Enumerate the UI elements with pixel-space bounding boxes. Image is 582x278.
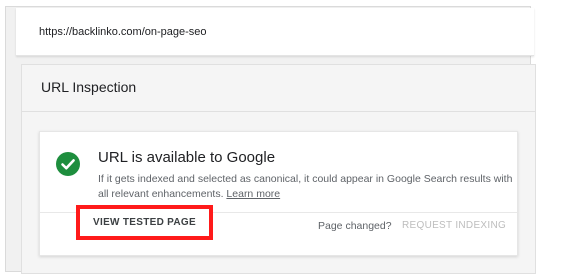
inspected-url-bar[interactable]: https://backlinko.com/on-page-seo — [16, 8, 534, 56]
url-inspection-panel: URL Inspection URL is available to Googl… — [21, 64, 536, 274]
screenshot-frame: https://backlinko.com/on-page-seo URL In… — [5, 6, 536, 274]
page-changed-label: Page changed? — [318, 220, 392, 232]
result-title: URL is available to Google — [98, 149, 276, 166]
inspection-result-card: URL is available to Google If it gets in… — [39, 131, 518, 256]
inspected-url: https://backlinko.com/on-page-seo — [39, 25, 207, 38]
result-description: If it gets indexed and selected as canon… — [98, 172, 514, 202]
view-tested-page-button[interactable]: VIEW TESTED PAGE — [76, 205, 213, 240]
panel-divider — [22, 111, 535, 112]
check-circle-icon — [56, 152, 80, 176]
result-description-text: If it gets indexed and selected as canon… — [98, 173, 513, 200]
learn-more-link[interactable]: Learn more — [226, 188, 280, 200]
view-tested-page-label: VIEW TESTED PAGE — [93, 217, 196, 228]
panel-title: URL Inspection — [41, 79, 137, 95]
request-indexing-button[interactable]: REQUEST INDEXING — [402, 220, 506, 231]
